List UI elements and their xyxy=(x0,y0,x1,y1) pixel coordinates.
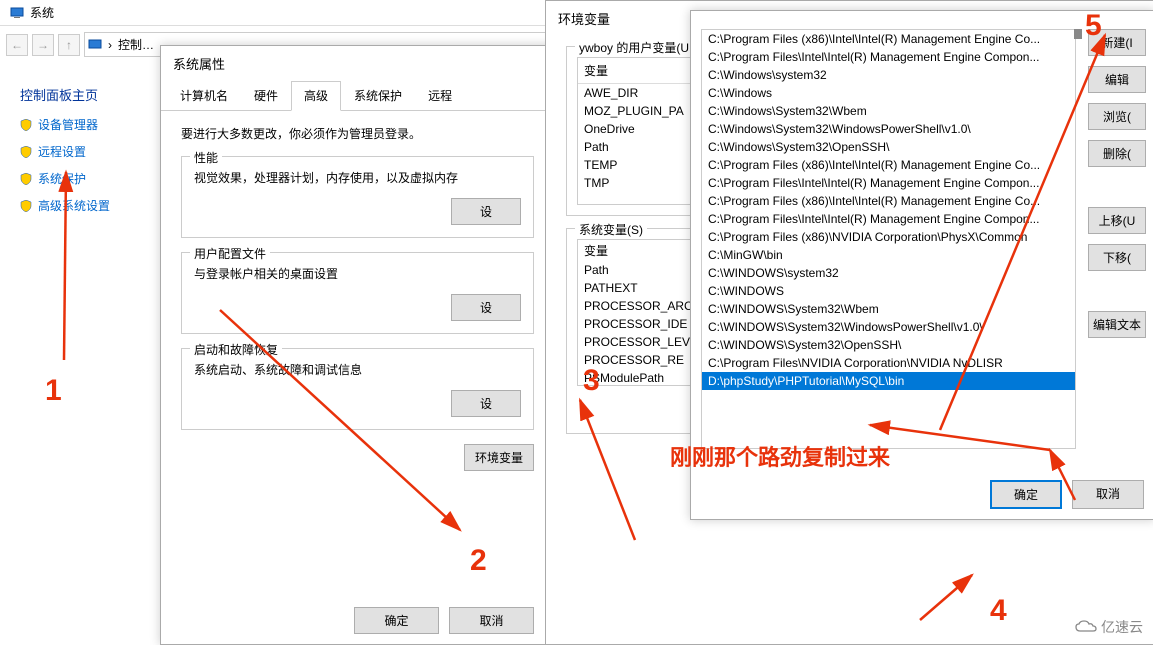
startup-settings-button[interactable]: 设 xyxy=(451,390,521,417)
nav-back-button[interactable]: ← xyxy=(6,34,28,56)
path-item[interactable]: C:\Windows\System32\OpenSSH\ xyxy=(702,138,1075,156)
movedown-path-button[interactable]: 下移( xyxy=(1088,244,1146,271)
path-bottom-row: 确定 取消 xyxy=(990,480,1144,509)
userprofile-label: 用户配置文件 xyxy=(190,245,270,262)
path-item[interactable]: C:\Program Files (x86)\Intel\Intel(R) Ma… xyxy=(702,30,1075,48)
watermark: 亿速云 xyxy=(1075,617,1143,637)
path-buttons-col: 新建(I 编辑 浏览( 删除( 上移(U 下移( 编辑文本 xyxy=(1088,29,1146,338)
panel-link-text: 高级系统设置 xyxy=(38,197,110,214)
performance-group: 性能 视觉效果，处理器计划，内存使用，以及虚拟内存 设 xyxy=(181,156,534,238)
startup-group: 启动和故障恢复 系统启动、系统故障和调试信息 设 xyxy=(181,348,534,430)
delete-path-button[interactable]: 删除( xyxy=(1088,140,1146,167)
path-item[interactable]: C:\Program Files (x86)\Intel\Intel(R) Ma… xyxy=(702,192,1075,210)
admin-note: 要进行大多数更改，你必须作为管理员登录。 xyxy=(181,125,534,142)
link-device-manager[interactable]: 设备管理器 xyxy=(20,116,135,133)
shield-icon xyxy=(20,173,32,185)
new-path-button[interactable]: 新建(I xyxy=(1088,29,1146,56)
userprofile-group: 用户配置文件 与登录帐户相关的桌面设置 设 xyxy=(181,252,534,334)
shield-icon xyxy=(20,200,32,212)
path-ok-button[interactable]: 确定 xyxy=(990,480,1062,509)
user-vars-label: ywboy 的用户变量(U xyxy=(575,39,693,56)
path-list[interactable]: C:\Program Files (x86)\Intel\Intel(R) Ma… xyxy=(701,29,1076,449)
system-title: 系统 xyxy=(30,4,54,21)
left-panel: 控制面板主页 设备管理器 远程设置 系统保护 高级系统设置 xyxy=(0,75,155,234)
startup-desc: 系统启动、系统故障和调试信息 xyxy=(194,361,521,378)
props-cancel-button[interactable]: 取消 xyxy=(449,607,534,634)
tablist: 计算机名 硬件 高级 系统保护 远程 xyxy=(161,81,554,111)
performance-desc: 视觉效果，处理器计划，内存使用，以及虚拟内存 xyxy=(194,169,521,186)
performance-label: 性能 xyxy=(190,149,222,166)
tab-protection[interactable]: 系统保护 xyxy=(341,81,415,110)
path-item[interactable]: C:\Windows\System32\WindowsPowerShell\v1… xyxy=(702,120,1075,138)
moveup-path-button[interactable]: 上移(U xyxy=(1088,207,1146,234)
edit-path-button[interactable]: 编辑 xyxy=(1088,66,1146,93)
scroll-up-icon[interactable] xyxy=(1074,29,1082,39)
watermark-text: 亿速云 xyxy=(1101,617,1143,637)
userprofile-settings-button[interactable]: 设 xyxy=(451,294,521,321)
path-item[interactable]: C:\Program Files\NVIDIA Corporation\NVID… xyxy=(702,354,1075,372)
performance-settings-button[interactable]: 设 xyxy=(451,198,521,225)
tab-computername[interactable]: 计算机名 xyxy=(167,81,241,110)
path-item[interactable]: C:\Windows\System32\Wbem xyxy=(702,102,1075,120)
edit-path-window: C:\Program Files (x86)\Intel\Intel(R) Ma… xyxy=(690,10,1153,520)
panel-link-text: 远程设置 xyxy=(38,143,86,160)
edittext-path-button[interactable]: 编辑文本 xyxy=(1088,311,1146,338)
path-item[interactable]: C:\WINDOWS\System32\WindowsPowerShell\v1… xyxy=(702,318,1075,336)
system-properties-window: 系统属性 计算机名 硬件 高级 系统保护 远程 要进行大多数更改，你必须作为管理… xyxy=(160,45,555,645)
panel-link-text: 系统保护 xyxy=(38,170,86,187)
path-item[interactable]: C:\MinGW\bin xyxy=(702,246,1075,264)
panel-link-text: 设备管理器 xyxy=(38,116,98,133)
path-item[interactable]: C:\WINDOWS xyxy=(702,282,1075,300)
props-ok-button[interactable]: 确定 xyxy=(354,607,439,634)
computer-icon xyxy=(10,6,24,20)
tab-advanced[interactable]: 高级 xyxy=(291,81,341,111)
path-item[interactable]: D:\phpStudy\PHPTutorial\MySQL\bin xyxy=(702,372,1075,390)
link-advanced-settings[interactable]: 高级系统设置 xyxy=(20,197,135,214)
props-body: 要进行大多数更改，你必须作为管理员登录。 性能 视觉效果，处理器计划，内存使用，… xyxy=(161,111,554,485)
env-variables-button[interactable]: 环境变量 xyxy=(464,444,534,471)
path-item[interactable]: C:\Windows xyxy=(702,84,1075,102)
path-item[interactable]: C:\Program Files (x86)\Intel\Intel(R) Ma… xyxy=(702,156,1075,174)
path-item[interactable]: C:\WINDOWS\system32 xyxy=(702,264,1075,282)
computer-icon xyxy=(88,38,102,52)
nav-forward-button[interactable]: → xyxy=(32,34,54,56)
shield-icon xyxy=(20,119,32,131)
path-item[interactable]: C:\Program Files\Intel\Intel(R) Manageme… xyxy=(702,48,1075,66)
breadcrumb-text: 控制… xyxy=(118,36,154,53)
shield-icon xyxy=(20,146,32,158)
cloud-icon xyxy=(1075,620,1097,634)
props-bottom-row: 确定 取消 xyxy=(354,607,534,634)
path-item[interactable]: C:\Program Files\Intel\Intel(R) Manageme… xyxy=(702,174,1075,192)
props-title: 系统属性 xyxy=(161,46,554,81)
sys-vars-label: 系统变量(S) xyxy=(575,221,647,238)
startup-label: 启动和故障恢复 xyxy=(190,341,282,358)
tab-hardware[interactable]: 硬件 xyxy=(241,81,291,110)
path-cancel-button[interactable]: 取消 xyxy=(1072,480,1144,509)
path-item[interactable]: C:\WINDOWS\System32\OpenSSH\ xyxy=(702,336,1075,354)
userprofile-desc: 与登录帐户相关的桌面设置 xyxy=(194,265,521,282)
path-item[interactable]: C:\Program Files\Intel\Intel(R) Manageme… xyxy=(702,210,1075,228)
path-item[interactable]: C:\Program Files (x86)\NVIDIA Corporatio… xyxy=(702,228,1075,246)
panel-home-label[interactable]: 控制面板主页 xyxy=(20,85,135,104)
tab-remote[interactable]: 远程 xyxy=(415,81,465,110)
nav-up-button[interactable]: ↑ xyxy=(58,34,80,56)
system-titlebar: 系统 xyxy=(0,0,560,26)
link-system-protection[interactable]: 系统保护 xyxy=(20,170,135,187)
path-item[interactable]: C:\Windows\system32 xyxy=(702,66,1075,84)
browse-path-button[interactable]: 浏览( xyxy=(1088,103,1146,130)
link-remote-settings[interactable]: 远程设置 xyxy=(20,143,135,160)
path-item[interactable]: C:\WINDOWS\System32\Wbem xyxy=(702,300,1075,318)
